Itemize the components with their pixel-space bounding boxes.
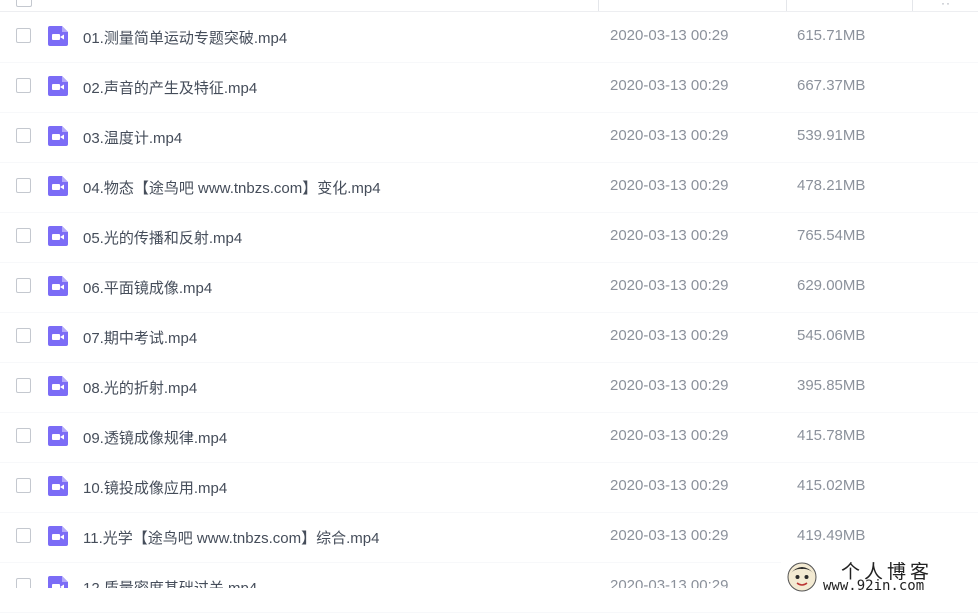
video-file-icon [48, 26, 68, 46]
file-modified-date: 2020-03-13 00:29 [610, 427, 729, 444]
more-columns-icon[interactable]: ·· [941, 0, 951, 10]
file-name[interactable]: 02.声音的产生及特征.mp4 [83, 77, 257, 98]
row-checkbox[interactable] [16, 378, 31, 393]
avatar-icon [787, 562, 817, 592]
video-file-icon [48, 126, 68, 146]
file-size: 415.02MB [797, 477, 866, 494]
file-size: 395.85MB [797, 377, 866, 394]
video-file-icon [48, 526, 68, 546]
row-checkbox[interactable] [16, 78, 31, 93]
row-checkbox[interactable] [16, 328, 31, 343]
file-name[interactable]: 04.物态【途鸟吧 www.tnbzs.com】变化.mp4 [83, 177, 381, 198]
video-file-icon [48, 226, 68, 246]
header-divider [786, 0, 787, 11]
video-file-icon [48, 426, 68, 446]
video-file-icon [48, 76, 68, 96]
file-size: 615.71MB [797, 27, 866, 44]
row-checkbox[interactable] [16, 178, 31, 193]
file-row[interactable]: 09.透镜成像规律.mp4 2020-03-13 00:29 415.78MB [0, 412, 978, 463]
file-modified-date: 2020-03-13 00:29 [610, 177, 729, 194]
file-row[interactable]: 08.光的折射.mp4 2020-03-13 00:29 395.85MB [0, 362, 978, 413]
row-checkbox[interactable] [16, 278, 31, 293]
file-size: 545.06MB [797, 327, 866, 344]
file-size: 667.37MB [797, 77, 866, 94]
file-size: 478.21MB [797, 177, 866, 194]
file-modified-date: 2020-03-13 00:29 [610, 377, 729, 394]
file-row[interactable]: 04.物态【途鸟吧 www.tnbzs.com】变化.mp4 2020-03-1… [0, 162, 978, 213]
select-all-checkbox[interactable] [16, 0, 32, 7]
file-modified-date: 2020-03-13 00:29 [610, 277, 729, 294]
file-size: 765.54MB [797, 227, 866, 244]
row-checkbox[interactable] [16, 478, 31, 493]
file-modified-date: 2020-03-13 00:29 [610, 477, 729, 494]
file-name[interactable]: 07.期中考试.mp4 [83, 327, 197, 348]
watermark: 个人博客 www.92in.com [781, 556, 978, 598]
video-file-icon [48, 376, 68, 396]
file-row[interactable]: 06.平面镜成像.mp4 2020-03-13 00:29 629.00MB [0, 262, 978, 313]
file-modified-date: 2020-03-13 00:29 [610, 527, 729, 544]
file-row[interactable]: 01.测量简单运动专题突破.mp4 2020-03-13 00:29 615.7… [0, 12, 978, 63]
file-row[interactable]: 02.声音的产生及特征.mp4 2020-03-13 00:29 667.37M… [0, 62, 978, 113]
file-row[interactable]: 10.镜投成像应用.mp4 2020-03-13 00:29 415.02MB [0, 462, 978, 513]
row-checkbox[interactable] [16, 228, 31, 243]
file-size: 419.49MB [797, 527, 866, 544]
file-size: 629.00MB [797, 277, 866, 294]
header-divider [598, 0, 599, 11]
file-name[interactable]: 11.光学【途鸟吧 www.tnbzs.com】综合.mp4 [83, 527, 379, 548]
watermark-url: www.92in.com [823, 578, 925, 594]
video-file-icon [48, 276, 68, 296]
video-file-icon [48, 476, 68, 496]
row-checkbox[interactable] [16, 428, 31, 443]
file-name[interactable]: 01.测量简单运动专题突破.mp4 [83, 27, 287, 48]
file-name[interactable]: 06.平面镜成像.mp4 [83, 277, 212, 298]
file-name[interactable]: 09.透镜成像规律.mp4 [83, 427, 227, 448]
file-name[interactable]: 05.光的传播和反射.mp4 [83, 227, 242, 248]
row-checkbox[interactable] [16, 528, 31, 543]
file-list-header: ·· [0, 0, 978, 12]
file-name[interactable]: 10.镜投成像应用.mp4 [83, 477, 227, 498]
file-size: 415.78MB [797, 427, 866, 444]
file-modified-date: 2020-03-13 00:29 [610, 227, 729, 244]
file-row[interactable]: 07.期中考试.mp4 2020-03-13 00:29 545.06MB [0, 312, 978, 363]
file-modified-date: 2020-03-13 00:29 [610, 327, 729, 344]
file-modified-date: 2020-03-13 00:29 [610, 77, 729, 94]
file-row[interactable]: 05.光的传播和反射.mp4 2020-03-13 00:29 765.54MB [0, 212, 978, 263]
file-row[interactable]: 03.温度计.mp4 2020-03-13 00:29 539.91MB [0, 112, 978, 163]
header-divider [912, 0, 913, 11]
row-checkbox[interactable] [16, 128, 31, 143]
file-name[interactable]: 08.光的折射.mp4 [83, 377, 197, 398]
file-name[interactable]: 03.温度计.mp4 [83, 127, 182, 148]
file-modified-date: 2020-03-13 00:29 [610, 127, 729, 144]
file-size: 539.91MB [797, 127, 866, 144]
file-modified-date: 2020-03-13 00:29 [610, 27, 729, 44]
video-file-icon [48, 176, 68, 196]
row-checkbox[interactable] [16, 28, 31, 43]
video-file-icon [48, 326, 68, 346]
